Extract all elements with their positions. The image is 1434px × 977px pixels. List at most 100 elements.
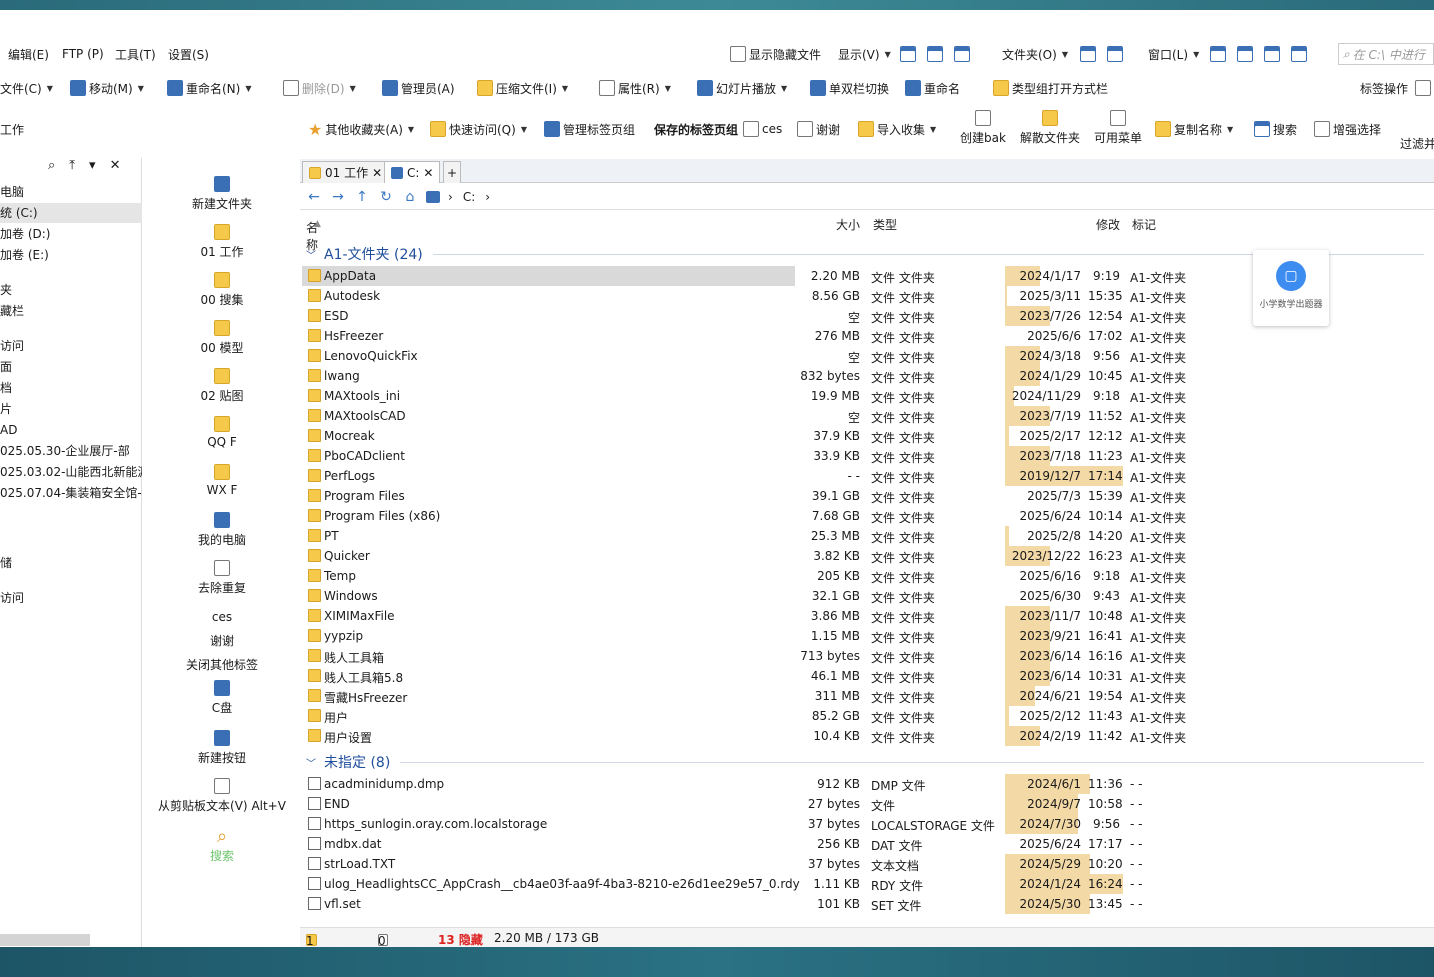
search-input[interactable]: ⌕ 在 C:\ 中进行 <box>1338 43 1434 65</box>
tree-item-computer[interactable]: 电脑 <box>0 182 142 202</box>
table-row[interactable]: MAXtoolsCAD 空文件 文件夹 2023/7/19 11:52 A1-文件夹 <box>300 406 1434 426</box>
thanks-button[interactable]: 谢谢 <box>797 118 840 140</box>
forward-icon[interactable]: → <box>328 187 348 207</box>
menu-tools[interactable]: 工具(T) <box>115 43 156 65</box>
launch-my-computer[interactable]: 我的电脑 <box>148 512 296 548</box>
table-row[interactable]: 用户设置 10.4 KB 文件 文件夹 2024/2/19 11:42 A1-文件夹 <box>300 726 1434 746</box>
table-row[interactable]: Windows 32.1 GB 文件 文件夹 2025/6/30 9:43 A1-文件夹 <box>300 586 1434 606</box>
breadcrumb[interactable]: C: <box>463 190 475 204</box>
folder-view-icons[interactable] <box>1080 43 1123 65</box>
table-row[interactable]: ulog_HeadlightsCC_AppCrash__cb4ae03f-aa9… <box>300 874 1434 894</box>
floating-widget[interactable]: ▢ 小学数学出题器 <box>1253 250 1329 326</box>
tree-item-favorites[interactable]: 夹 <box>0 280 142 300</box>
create-bak-button[interactable]: 创建bak <box>960 110 1006 152</box>
window-menu[interactable]: 窗口(L) ▼ <box>1148 43 1199 65</box>
layout-dual-icon[interactable] <box>954 46 970 62</box>
back-icon[interactable]: ← <box>304 187 324 207</box>
layout-details-icon[interactable] <box>900 46 916 62</box>
launch-work[interactable]: 01 工作 <box>148 224 296 260</box>
tree-item-pics[interactable]: 片 <box>0 399 142 419</box>
table-row[interactable]: XIMIMaxFile 3.86 MB 文件 文件夹 2023/11/7 10:48 A1… <box>300 606 1434 626</box>
tiles-icon[interactable] <box>1107 46 1123 62</box>
slideshow-button[interactable]: 幻灯片播放 ▼ <box>697 77 787 99</box>
table-row[interactable]: END 27 bytes 文件 2024/9/7 10:58 - - <box>300 794 1434 814</box>
tree-item-e[interactable]: 加卷 (E:) <box>0 245 142 265</box>
tree-item-proj1[interactable]: 025.05.30-企业展厅-部 <box>0 441 142 461</box>
available-menu-button[interactable]: 可用菜单 <box>1094 110 1142 152</box>
table-row[interactable]: HsFreezer 276 MB 文件 文件夹 2025/6/6 17:02 A1-文件夹 <box>300 326 1434 346</box>
tree-item-c[interactable]: 统 (C:) <box>0 203 142 223</box>
layout-preview-icon[interactable] <box>927 46 943 62</box>
col-modified[interactable]: 修改 <box>1096 216 1120 233</box>
window-layout-icons[interactable] <box>1210 43 1307 65</box>
win-layout-2-icon[interactable] <box>1237 46 1253 62</box>
compress-button[interactable]: 压缩文件(I) ▼ <box>477 77 568 99</box>
type-group-button[interactable]: 类型组打开方式栏 <box>993 77 1108 99</box>
table-row[interactable]: MAXtools_ini 19.9 MB 文件 文件夹 2024/11/29 9:18 A… <box>300 386 1434 406</box>
menu-ftp[interactable]: FTP (P) <box>62 43 104 65</box>
properties-button[interactable]: 属性(R) ▼ <box>599 77 671 99</box>
dissolve-folder-button[interactable]: 解散文件夹 <box>1020 110 1080 152</box>
table-row[interactable]: Temp 205 KB 文件 文件夹 2025/6/16 9:18 A1-文件夹 <box>300 566 1434 586</box>
move-button[interactable]: 移动(M) ▼ <box>70 77 144 99</box>
quick-access-button[interactable]: 快速访问(Q) ▼ <box>430 118 527 140</box>
thumbs-icon[interactable] <box>1080 46 1096 62</box>
import-collect-button[interactable]: 导入收集 ▼ <box>858 118 936 140</box>
chevron-down-icon[interactable]: ▾ <box>89 158 96 178</box>
table-row[interactable]: Program Files (x86) 7.68 GB 文件 文件夹 2025/6/2… <box>300 506 1434 526</box>
new-tab-button[interactable]: + <box>443 161 462 183</box>
launch-c-drive[interactable]: C盘 <box>148 680 296 716</box>
manage-tab-groups-button[interactable]: 管理标签页组 <box>544 118 635 140</box>
launch-ces[interactable]: ces <box>148 610 296 624</box>
filter-button[interactable]: 过滤并 <box>1400 132 1434 154</box>
view-menu[interactable]: 显示(V) ▼ <box>838 43 891 65</box>
launch-dedupe[interactable]: 去除重复 <box>148 560 296 596</box>
table-row[interactable]: https_sunlogin.oray.com.localstorage 37 b… <box>300 814 1434 834</box>
close-other-tabs-button[interactable]: 关闭其他标签 <box>148 656 296 673</box>
saved-tab-groups-button[interactable]: 保存的标签页组 <box>654 118 738 140</box>
up-icon[interactable]: ↑ <box>352 187 372 207</box>
pin-icon[interactable]: ⤒ <box>69 158 75 178</box>
refresh-icon[interactable]: ↻ <box>376 187 396 207</box>
launch-collect[interactable]: 00 搜集 <box>148 272 296 308</box>
delete-button[interactable]: 删除(D) ▼ <box>283 77 356 99</box>
launch-model[interactable]: 00 模型 <box>148 320 296 356</box>
search-button[interactable]: 搜索 <box>1254 118 1297 140</box>
tree-item-docs[interactable]: 档 <box>0 378 142 398</box>
horizontal-scrollbar[interactable] <box>0 934 90 946</box>
table-row[interactable]: 贱人工具箱 713 bytes 文件 文件夹 2023/6/14 16:16 A1-文件夹 <box>300 646 1434 666</box>
tree-item-cad[interactable]: AD <box>0 420 142 440</box>
tree-item-quick[interactable]: 访问 <box>0 336 142 356</box>
group-header[interactable]: ﹀ 未指定 (8) <box>300 750 1434 774</box>
close-icon[interactable]: ✕ <box>372 166 382 180</box>
menu-settings[interactable]: 设置(S) <box>168 43 209 65</box>
col-size[interactable]: 大小 <box>836 216 860 233</box>
menu-edit[interactable]: 编辑(E) <box>8 43 49 65</box>
tree-item-desktop[interactable]: 面 <box>0 357 142 377</box>
file-button[interactable]: 文件(C) ▼ <box>0 77 53 99</box>
tree-item-bar[interactable]: 藏栏 <box>0 301 142 321</box>
table-row[interactable]: Quicker 3.82 KB 文件 文件夹 2023/12/22 16:23 A1-文件… <box>300 546 1434 566</box>
tree-item-proj3[interactable]: 025.07.04-集装箱安全馆-日 <box>0 483 142 503</box>
win-layout-1-icon[interactable] <box>1210 46 1226 62</box>
copy-name-button[interactable]: 复制名称 ▼ <box>1155 118 1233 140</box>
dual-pane-button[interactable]: 单双栏切换 <box>810 77 889 99</box>
tab-ops-button[interactable]: 标签操作 <box>1360 77 1432 99</box>
tab-work[interactable]: 01 工作 ✕ <box>302 161 390 183</box>
launch-wx[interactable]: WX F <box>148 464 296 497</box>
clipboard-text-button[interactable]: 从剪贴板文本(V) Alt+V <box>148 778 296 814</box>
tree-item-access[interactable]: 访问 <box>0 588 142 608</box>
win-layout-3-icon[interactable] <box>1264 46 1280 62</box>
folder-menu[interactable]: 文件夹(O) ▼ <box>1002 43 1068 65</box>
table-row[interactable]: 雪藏HsFreezer 311 MB 文件 文件夹 2024/6/21 19:54 A1-… <box>300 686 1434 706</box>
tree-item-proj2[interactable]: 025.03.02-山能西北新能源 <box>0 462 142 482</box>
table-row[interactable]: yypzip 1.15 MB 文件 文件夹 2023/9/21 16:41 A1-文件夹 <box>300 626 1434 646</box>
col-type[interactable]: 类型 <box>873 216 897 233</box>
new-folder-button[interactable]: 新建文件夹 <box>148 176 296 212</box>
layout-icons[interactable] <box>900 43 970 65</box>
show-hidden-button[interactable]: 显示隐藏文件 <box>730 43 821 65</box>
table-row[interactable]: PboCADclient 33.9 KB 文件 文件夹 2023/7/18 11:23 A… <box>300 446 1434 466</box>
win-layout-4-icon[interactable] <box>1291 46 1307 62</box>
table-row[interactable]: strLoad.TXT 37 bytes 文本文档 2024/5/29 10:20 - - <box>300 854 1434 874</box>
launch-texture[interactable]: 02 贴图 <box>148 368 296 404</box>
